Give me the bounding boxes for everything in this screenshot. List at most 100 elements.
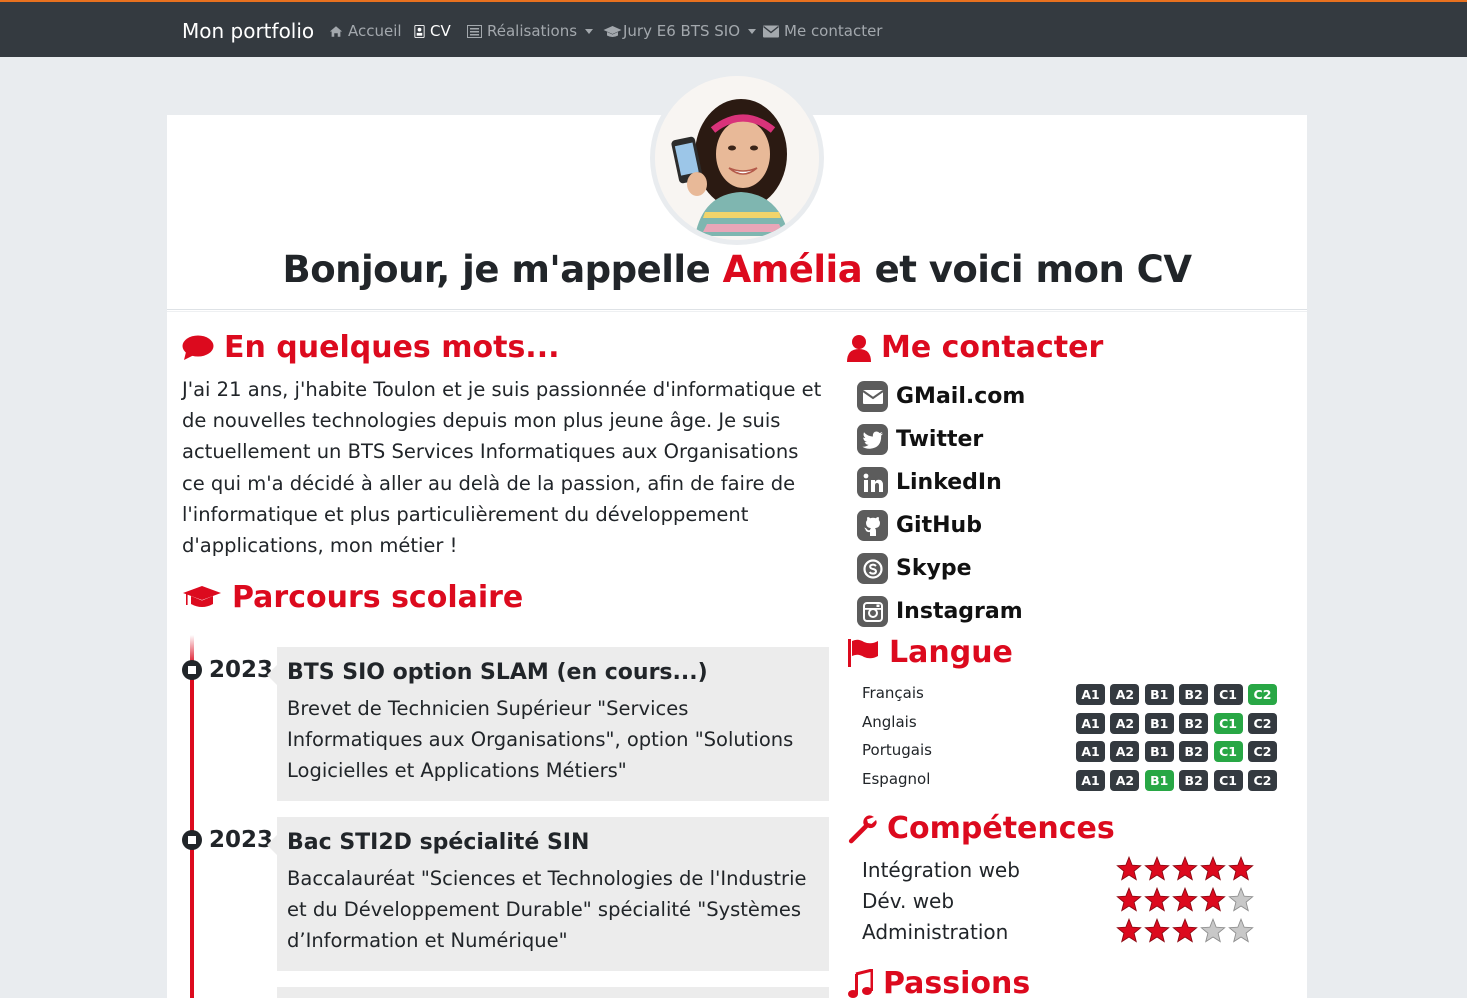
level-badge: A2: [1110, 684, 1140, 705]
envelope-icon: [763, 25, 779, 37]
star-empty-icon: [1200, 918, 1226, 943]
star-filled-icon: [1200, 887, 1226, 912]
avatar: [650, 71, 824, 245]
nav-item-label: Jury E6 BTS SIO: [623, 22, 741, 40]
contact-link-gmail[interactable]: GMail.com: [857, 381, 1025, 412]
level-badge: B2: [1179, 712, 1209, 734]
linkedin-icon: [857, 467, 888, 498]
level-badge: C1: [1213, 741, 1243, 763]
languages-title: Langue: [847, 635, 1013, 670]
contact-link-linkedin[interactable]: LinkedIn: [857, 467, 1002, 498]
twitter-icon: [857, 424, 888, 455]
contact-link-github[interactable]: GitHub: [857, 510, 982, 541]
graduation-cap-icon: [603, 25, 622, 37]
star-filled-icon: [1144, 918, 1170, 943]
caret-down-icon: [585, 28, 594, 34]
nav-item-jury[interactable]: Jury E6 BTS SIO: [603, 22, 757, 40]
skill-name: Dév. web: [862, 889, 955, 913]
skill-rating: [1116, 856, 1256, 881]
level-badge: C2: [1247, 741, 1277, 763]
level-badge: A1: [1076, 741, 1105, 763]
skills-title: Compétences: [847, 811, 1115, 846]
language-level-badges: A1 A2 B1 B2 C1 C2: [1076, 770, 1282, 792]
level-badge: B2: [1179, 770, 1209, 792]
id-card-icon: [414, 24, 425, 38]
page-title: Bonjour, je m'appelle Amélia et voici mo…: [282, 248, 1192, 291]
timeline-year: 2023: [209, 827, 274, 853]
gmail-icon: [857, 381, 888, 412]
education-item-title: BTS SIO option SLAM (en cours...): [287, 660, 708, 685]
brand-link[interactable]: Mon portfolio: [182, 19, 314, 43]
level-badge: B1: [1144, 741, 1174, 763]
nav-item-accueil[interactable]: Accueil: [329, 22, 402, 40]
language-name: Français: [862, 684, 924, 702]
divider: [167, 311, 1307, 312]
level-badge: C2: [1247, 684, 1277, 705]
level-badge: B1: [1144, 770, 1174, 792]
nav-item-label: CV: [430, 22, 451, 40]
education-title: Parcours scolaire: [182, 580, 523, 615]
contact-title: Me contacter: [847, 330, 1103, 365]
home-icon: [329, 25, 343, 37]
contact-link-skype[interactable]: Skype: [857, 553, 972, 584]
level-badge: A1: [1076, 684, 1105, 705]
nav-item-realisations[interactable]: Réalisations: [467, 22, 594, 40]
level-badge: A1: [1076, 770, 1105, 792]
education-item-desc: Baccalauréat "Sciences et Technologies d…: [287, 867, 807, 953]
language-name: Portugais: [862, 741, 932, 760]
star-filled-icon: [1144, 856, 1170, 881]
star-empty-icon: [1228, 918, 1254, 943]
star-filled-icon: [1172, 887, 1198, 912]
language-level-badges: A1 A2 B1 B2 C1 C2: [1076, 741, 1282, 763]
level-badge: C1: [1213, 712, 1243, 734]
timeline-dot: [182, 830, 202, 850]
star-filled-icon: [1200, 856, 1226, 881]
skill-name: Administration: [862, 920, 1009, 944]
level-badge: C1: [1213, 684, 1243, 705]
level-badge: B2: [1179, 684, 1209, 705]
list-icon: [467, 24, 482, 38]
timeline-line: [190, 635, 194, 998]
contact-link-instagram[interactable]: Instagram: [857, 596, 1023, 627]
star-filled-icon: [1116, 887, 1142, 912]
education-item-desc: Brevet de Technicien Supérieur "Services…: [287, 697, 794, 783]
instagram-icon: [857, 596, 888, 627]
level-badge: B1: [1144, 712, 1174, 734]
graduation-cap-icon: [183, 585, 221, 607]
skill-rating: [1116, 918, 1256, 943]
github-icon: [857, 510, 888, 541]
contact-link-twitter[interactable]: Twitter: [857, 424, 983, 455]
level-badge: A1: [1076, 712, 1105, 734]
profile-photo: [655, 76, 819, 240]
timeline-year: 2023: [209, 657, 274, 683]
star-filled-icon: [1172, 856, 1198, 881]
nav-item-label: Accueil: [348, 22, 402, 40]
caret-down-icon: [748, 28, 757, 34]
divider: [167, 309, 1307, 310]
top-navbar: Mon portfolio Accueil CV Réalisations Ju…: [0, 0, 1467, 57]
language-level-badges: A1 A2 B1 B2 C1 C2: [1076, 712, 1282, 734]
user-icon: [847, 334, 871, 362]
nav-item-contact[interactable]: Me contacter: [763, 22, 882, 40]
nav-item-cv[interactable]: CV: [414, 22, 451, 40]
level-badge: B2: [1179, 741, 1209, 763]
skill-name: Intégration web: [862, 858, 1020, 882]
star-filled-icon: [1116, 918, 1142, 943]
education-item: [277, 987, 829, 998]
language-name: Espagnol: [862, 770, 931, 789]
level-badge: C1: [1213, 770, 1243, 792]
star-empty-icon: [1228, 887, 1254, 912]
about-text: J'ai 21 ans, j'habite Toulon et je suis …: [182, 378, 822, 558]
language-name: Anglais: [862, 712, 917, 731]
star-filled-icon: [1172, 918, 1198, 943]
level-badge: A2: [1110, 712, 1140, 734]
wrench-icon: [848, 814, 877, 843]
timeline-dot: [182, 660, 202, 680]
star-filled-icon: [1228, 856, 1254, 881]
education-item: Bac STI2D spécialité SIN Baccalauréat "S…: [267, 817, 829, 971]
skill-rating: [1116, 887, 1256, 912]
nav-item-label: Me contacter: [784, 22, 883, 40]
star-filled-icon: [1116, 856, 1142, 881]
language-level-badges: A1 A2 B1 B2 C1 C2: [1076, 684, 1282, 705]
level-badge: A2: [1110, 741, 1140, 763]
